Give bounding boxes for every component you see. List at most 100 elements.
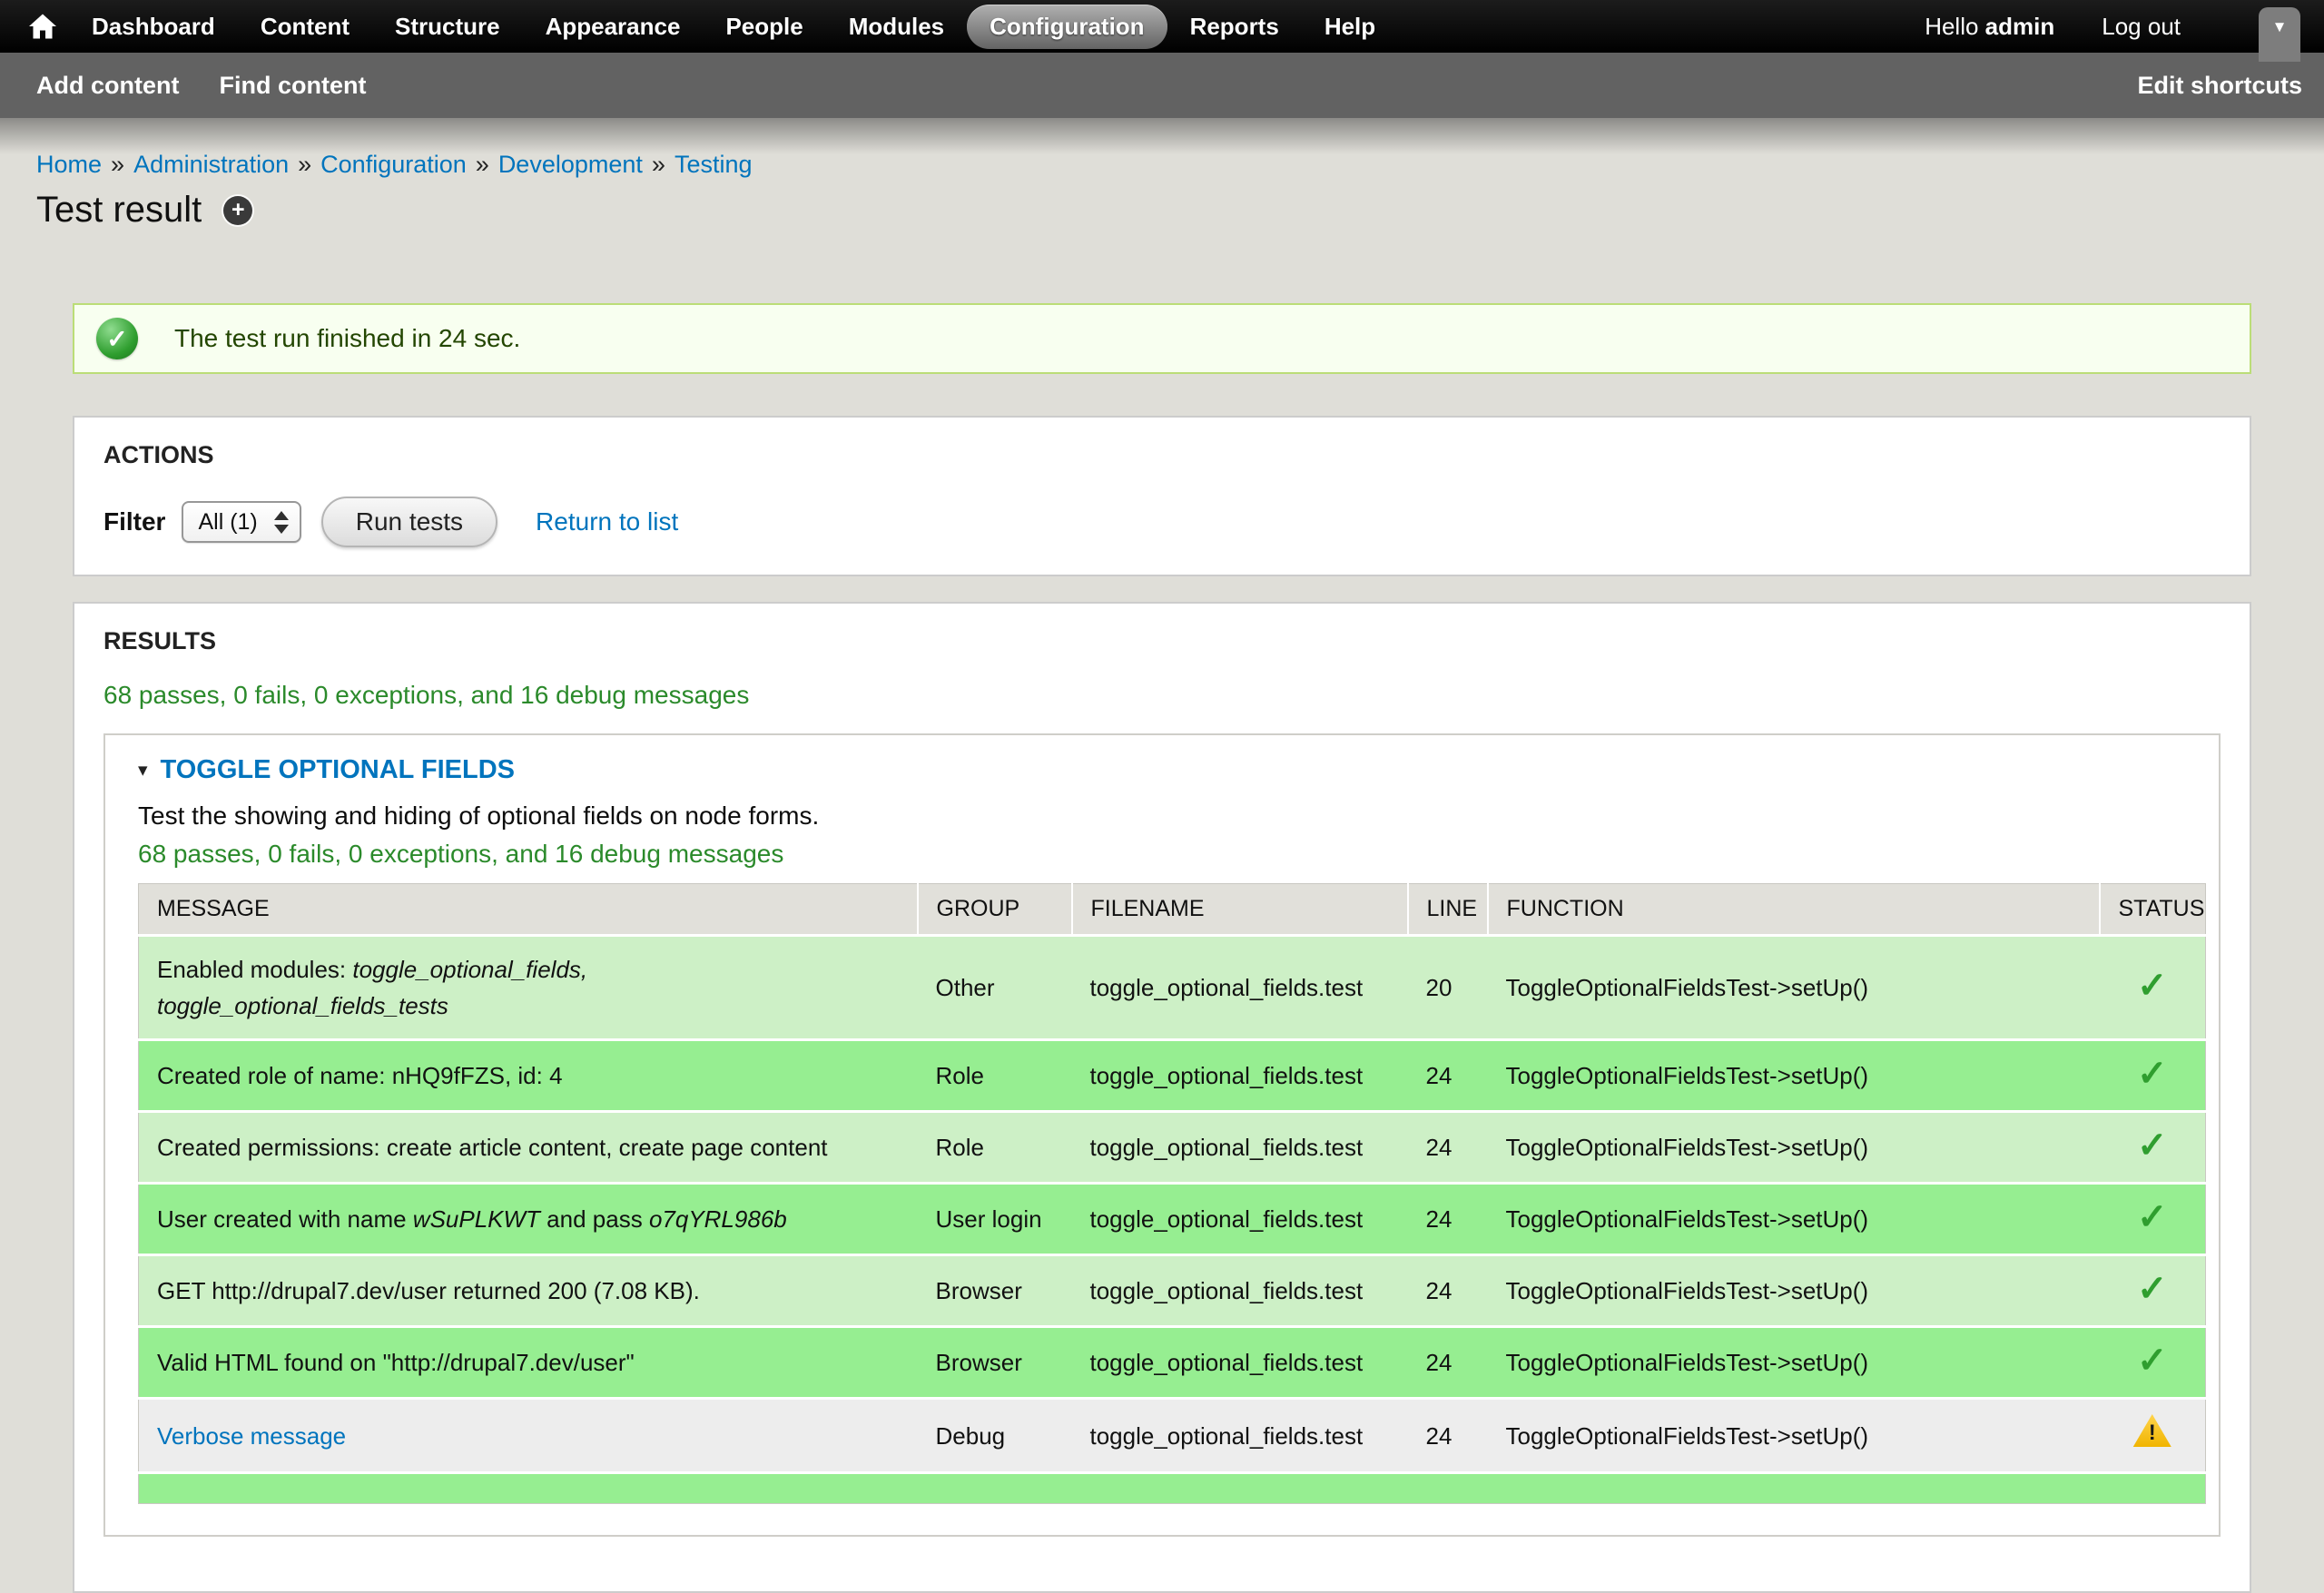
message-text: toggle_optional_fields_tests (157, 992, 448, 1019)
pass-check-icon: ✓ (2137, 1269, 2168, 1309)
filename-cell: toggle_optional_fields.test (1072, 1255, 1408, 1327)
message-cell: User created with name wSuPLKWT and pass… (139, 1184, 918, 1255)
line-cell: 24 (1408, 1255, 1488, 1327)
column-header-filename: FILENAME (1072, 884, 1408, 936)
toolbar-toggle-button[interactable]: ▼ (2259, 7, 2300, 62)
shortcut-item-find-content[interactable]: Find content (219, 72, 366, 100)
toolbar-item-people[interactable]: People (703, 5, 825, 49)
breadcrumb-separator: » (298, 151, 311, 178)
filter-select-value: All (1) (198, 509, 257, 536)
actions-legend: ACTIONS (103, 441, 2221, 469)
pass-check-icon: ✓ (2137, 1126, 2168, 1165)
function-cell: ToggleOptionalFieldsTest->setUp() (1488, 936, 2100, 1040)
filename-cell: toggle_optional_fields.test (1072, 1399, 1408, 1473)
function-cell: ToggleOptionalFieldsTest->setUp() (1488, 1327, 2100, 1399)
result-row: Valid HTML found on "http://drupal7.dev/… (139, 1327, 2206, 1399)
shortcut-items: Add content Find content (36, 72, 406, 100)
edit-shortcuts-link[interactable]: Edit shortcuts (2137, 72, 2302, 100)
group-cell: Role (918, 1040, 1072, 1112)
function-cell: ToggleOptionalFieldsTest->setUp() (1488, 1040, 2100, 1112)
message-text: Created role of name: nHQ9fFZS, id: 4 (157, 1062, 563, 1089)
message-cell: Verbose message (139, 1399, 918, 1473)
toolbar-item-modules[interactable]: Modules (826, 5, 967, 49)
results-legend: RESULTS (103, 627, 2221, 655)
function-cell: ToggleOptionalFieldsTest->setUp() (1488, 1112, 2100, 1184)
filename-cell: toggle_optional_fields.test (1072, 936, 1408, 1040)
toolbar-menu: DashboardContentStructureAppearancePeopl… (69, 5, 1398, 49)
toolbar-item-dashboard[interactable]: Dashboard (69, 5, 238, 49)
logout-link[interactable]: Log out (2102, 13, 2181, 41)
group-cell (918, 1473, 1072, 1504)
status-cell: ✓ (2100, 936, 2206, 1040)
breadcrumb-link-configuration[interactable]: Configuration (320, 151, 467, 178)
line-cell: 24 (1408, 1399, 1488, 1473)
breadcrumb-separator: » (111, 151, 124, 178)
status-message: ✓ The test run finished in 24 sec. (73, 303, 2251, 374)
add-shortcut-icon[interactable]: + (223, 196, 252, 225)
test-group-toggle[interactable]: ▾ TOGGLE OPTIONAL FIELDS (138, 755, 2186, 785)
toolbar-item-help[interactable]: Help (1302, 5, 1398, 49)
status-cell (2100, 1473, 2206, 1504)
chevron-down-icon: ▼ (2272, 18, 2288, 62)
line-cell: 24 (1408, 1112, 1488, 1184)
filename-cell: toggle_optional_fields.test (1072, 1327, 1408, 1399)
filename-cell: toggle_optional_fields.test (1072, 1184, 1408, 1255)
actions-fieldset: ACTIONS Filter All (1) Run tests Return … (73, 416, 2251, 576)
return-to-list-link[interactable]: Return to list (536, 507, 678, 536)
breadcrumb-separator: » (652, 151, 665, 178)
message-text: toggle_optional_fields, (352, 956, 587, 983)
filename-cell (1072, 1473, 1408, 1504)
message-text: wSuPLKWT (413, 1205, 540, 1233)
home-icon[interactable] (29, 14, 56, 39)
status-message-text: The test run finished in 24 sec. (174, 324, 520, 353)
line-cell (1408, 1473, 1488, 1504)
test-group-title[interactable]: TOGGLE OPTIONAL FIELDS (161, 755, 515, 785)
collapse-arrow-icon: ▾ (138, 761, 148, 780)
breadcrumb: Home » Administration » Configuration » Develo… (36, 151, 2288, 179)
status-cell: ✓ (2100, 1327, 2206, 1399)
verbose-message-link[interactable]: Verbose message (157, 1422, 346, 1450)
result-row: Verbose messageDebugtoggle_optional_fiel… (139, 1399, 2206, 1473)
message-cell: Valid HTML found on "http://drupal7.dev/… (139, 1327, 918, 1399)
toolbar-item-structure[interactable]: Structure (372, 5, 523, 49)
pass-check-icon: ✓ (2137, 966, 2168, 1006)
breadcrumb-link-administration[interactable]: Administration (133, 151, 289, 178)
message-text: GET http://drupal7.dev/user returned 200… (157, 1277, 700, 1304)
filter-select[interactable]: All (1) (182, 501, 300, 543)
column-header-line: LINE (1408, 884, 1488, 936)
warning-icon (2133, 1414, 2171, 1447)
success-check-icon: ✓ (96, 318, 138, 359)
status-cell (2100, 1399, 2206, 1473)
select-stepper-icon (274, 511, 289, 534)
filename-cell: toggle_optional_fields.test (1072, 1112, 1408, 1184)
result-row: Created permissions: create article cont… (139, 1112, 2206, 1184)
message-cell (139, 1473, 918, 1504)
username: admin (1985, 13, 2055, 40)
title-row: Test result + (36, 190, 2288, 231)
results-table: MESSAGEGROUPFILENAMELINEFUNCTIONSTATUS E… (138, 883, 2206, 1504)
pass-check-icon: ✓ (2137, 1341, 2168, 1381)
filename-cell: toggle_optional_fields.test (1072, 1040, 1408, 1112)
function-cell: ToggleOptionalFieldsTest->setUp() (1488, 1184, 2100, 1255)
group-cell: Other (918, 936, 1072, 1040)
message-text: Enabled modules: (157, 956, 352, 983)
shortcut-bar: Add content Find content Edit shortcuts (0, 53, 2324, 118)
function-cell: ToggleOptionalFieldsTest->setUp() (1488, 1255, 2100, 1327)
toolbar-item-configuration[interactable]: Configuration (967, 5, 1167, 49)
breadcrumb-link-testing[interactable]: Testing (675, 151, 753, 178)
breadcrumb-link-home[interactable]: Home (36, 151, 102, 178)
shortcut-item-add-content[interactable]: Add content (36, 72, 179, 100)
toolbar-item-content[interactable]: Content (238, 5, 372, 49)
run-tests-button[interactable]: Run tests (321, 497, 497, 547)
message-cell: Created permissions: create article cont… (139, 1112, 918, 1184)
toolbar-item-reports[interactable]: Reports (1167, 5, 1302, 49)
status-cell: ✓ (2100, 1255, 2206, 1327)
message-cell: Enabled modules: toggle_optional_fields,… (139, 936, 918, 1040)
breadcrumb-link-development[interactable]: Development (498, 151, 643, 178)
bar-shadow (0, 118, 2324, 154)
status-cell: ✓ (2100, 1184, 2206, 1255)
status-cell: ✓ (2100, 1040, 2206, 1112)
result-row (139, 1473, 2206, 1504)
pass-check-icon: ✓ (2137, 1197, 2168, 1237)
toolbar-item-appearance[interactable]: Appearance (523, 5, 704, 49)
